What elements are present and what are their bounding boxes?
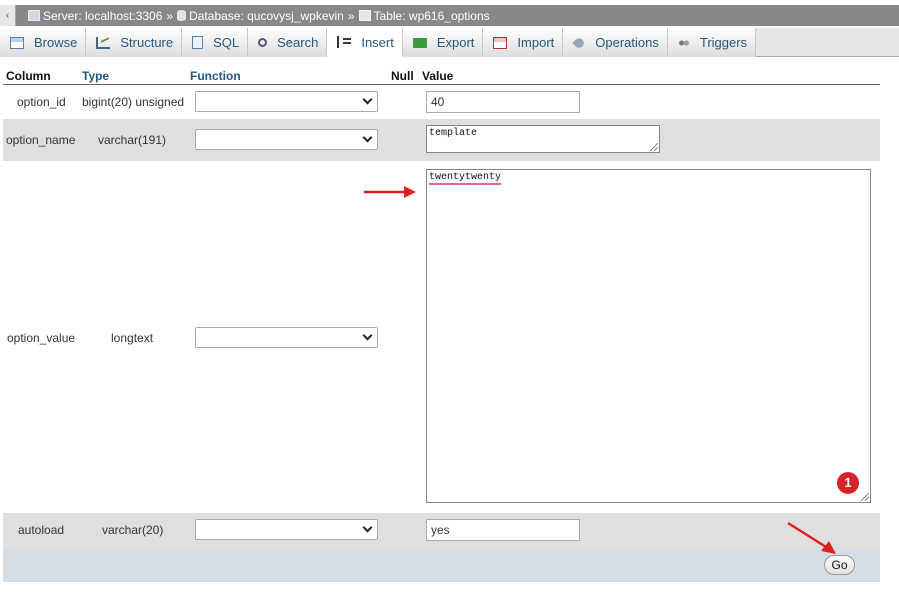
row-column-name: option_value [7, 331, 76, 345]
breadcrumb-server[interactable]: Server: localhost:3306 [28, 9, 162, 23]
tab-browse[interactable]: Browse [0, 28, 87, 57]
value-textarea-option-name[interactable]: template [426, 125, 660, 153]
breadcrumb-server-label[interactable]: Server: localhost:3306 [43, 9, 162, 23]
tab-triggers[interactable]: Triggers [667, 28, 757, 57]
form-footer [3, 547, 880, 582]
tab-sql-label: SQL [213, 35, 240, 50]
row-column-type: bigint(20) unsigned [82, 95, 185, 109]
chevron-down-icon [362, 330, 373, 341]
tab-operations[interactable]: Operations [563, 28, 668, 57]
tab-insert-label: Insert [361, 34, 394, 50]
header-null: Null [391, 69, 414, 83]
annotation-arrow-icon [787, 521, 836, 554]
sql-icon [192, 36, 204, 49]
collapse-nav-button[interactable]: ‹ [0, 5, 16, 26]
structure-icon [96, 36, 111, 49]
server-icon [28, 10, 40, 21]
database-icon [177, 10, 187, 21]
tab-export[interactable]: Export [402, 28, 484, 57]
tab-export-label: Export [436, 35, 475, 50]
annotation-arrow-icon [364, 186, 416, 198]
resize-handle[interactable] [861, 493, 869, 501]
browse-icon [10, 36, 24, 49]
table-row: option_id bigint(20) unsigned 40 [3, 86, 880, 118]
row-column-type: longtext [111, 331, 154, 345]
insert-icon [337, 36, 352, 48]
value-text: twentytwenty [429, 172, 502, 185]
function-select[interactable] [195, 519, 378, 540]
tab-import-label: Import [517, 35, 555, 50]
resize-handle[interactable] [650, 143, 658, 151]
operations-icon [572, 35, 587, 50]
value-input-option-id[interactable]: 40 [426, 91, 580, 113]
tab-sql[interactable]: SQL [182, 28, 249, 57]
tab-bar: Browse Structure SQL Search Insert Expor… [0, 28, 899, 57]
row-column-type: varchar(191) [98, 133, 167, 147]
breadcrumb-separator: » [166, 8, 174, 23]
header-function[interactable]: Function [190, 69, 241, 83]
tab-browse-label: Browse [34, 35, 78, 50]
chevron-down-icon [362, 94, 373, 105]
breadcrumb-table-label[interactable]: Table: wp616_options [374, 9, 490, 23]
row-column-name: autoload [18, 523, 65, 537]
table-row: option_value longtext twentytwenty [3, 162, 880, 512]
header-divider [3, 84, 880, 85]
tab-triggers-label: Triggers [699, 35, 748, 50]
tab-search[interactable]: Search [248, 28, 328, 57]
table-icon [358, 10, 371, 21]
header-type[interactable]: Type [82, 69, 109, 83]
chevron-down-icon [362, 132, 373, 143]
annotation-step-badge: 1 [837, 472, 859, 494]
import-icon [493, 36, 508, 49]
tab-search-label: Search [277, 35, 319, 50]
header-value: Value [422, 69, 454, 83]
table-row: autoload varchar(20) yes [3, 513, 880, 547]
breadcrumb-separator: » [347, 8, 355, 23]
breadcrumb-table[interactable]: Table: wp616_options [358, 9, 490, 23]
breadcrumb-database-label[interactable]: Database: qucovysj_wpkevin [189, 9, 344, 23]
breadcrumb-database[interactable]: Database: qucovysj_wpkevin [177, 9, 344, 23]
table-row: option_name varchar(191) template [3, 119, 880, 161]
tab-operations-label: Operations [595, 35, 659, 50]
row-column-name: option_name [6, 133, 76, 147]
tab-structure[interactable]: Structure [86, 28, 183, 57]
tab-import[interactable]: Import [483, 28, 564, 57]
insert-grid-header: Column Type Function Null Value [0, 69, 899, 84]
chevron-down-icon [362, 522, 373, 533]
function-select[interactable] [195, 129, 378, 150]
value-input-autoload[interactable]: yes [426, 519, 580, 541]
function-select[interactable] [195, 327, 378, 348]
value-text: template [429, 128, 478, 139]
function-select[interactable] [195, 91, 378, 112]
tab-insert[interactable]: Insert [327, 28, 403, 57]
header-column: Column [6, 69, 51, 83]
export-icon [412, 37, 427, 48]
row-column-type: varchar(20) [102, 523, 164, 537]
value-textarea-option-value[interactable]: twentytwenty [426, 169, 871, 503]
breadcrumb: ‹ Server: localhost:3306 » Database: quc… [0, 5, 899, 26]
search-icon [258, 38, 268, 47]
tab-structure-label: Structure [120, 35, 174, 50]
triggers-icon [677, 37, 690, 48]
row-column-name: option_id [17, 95, 66, 109]
